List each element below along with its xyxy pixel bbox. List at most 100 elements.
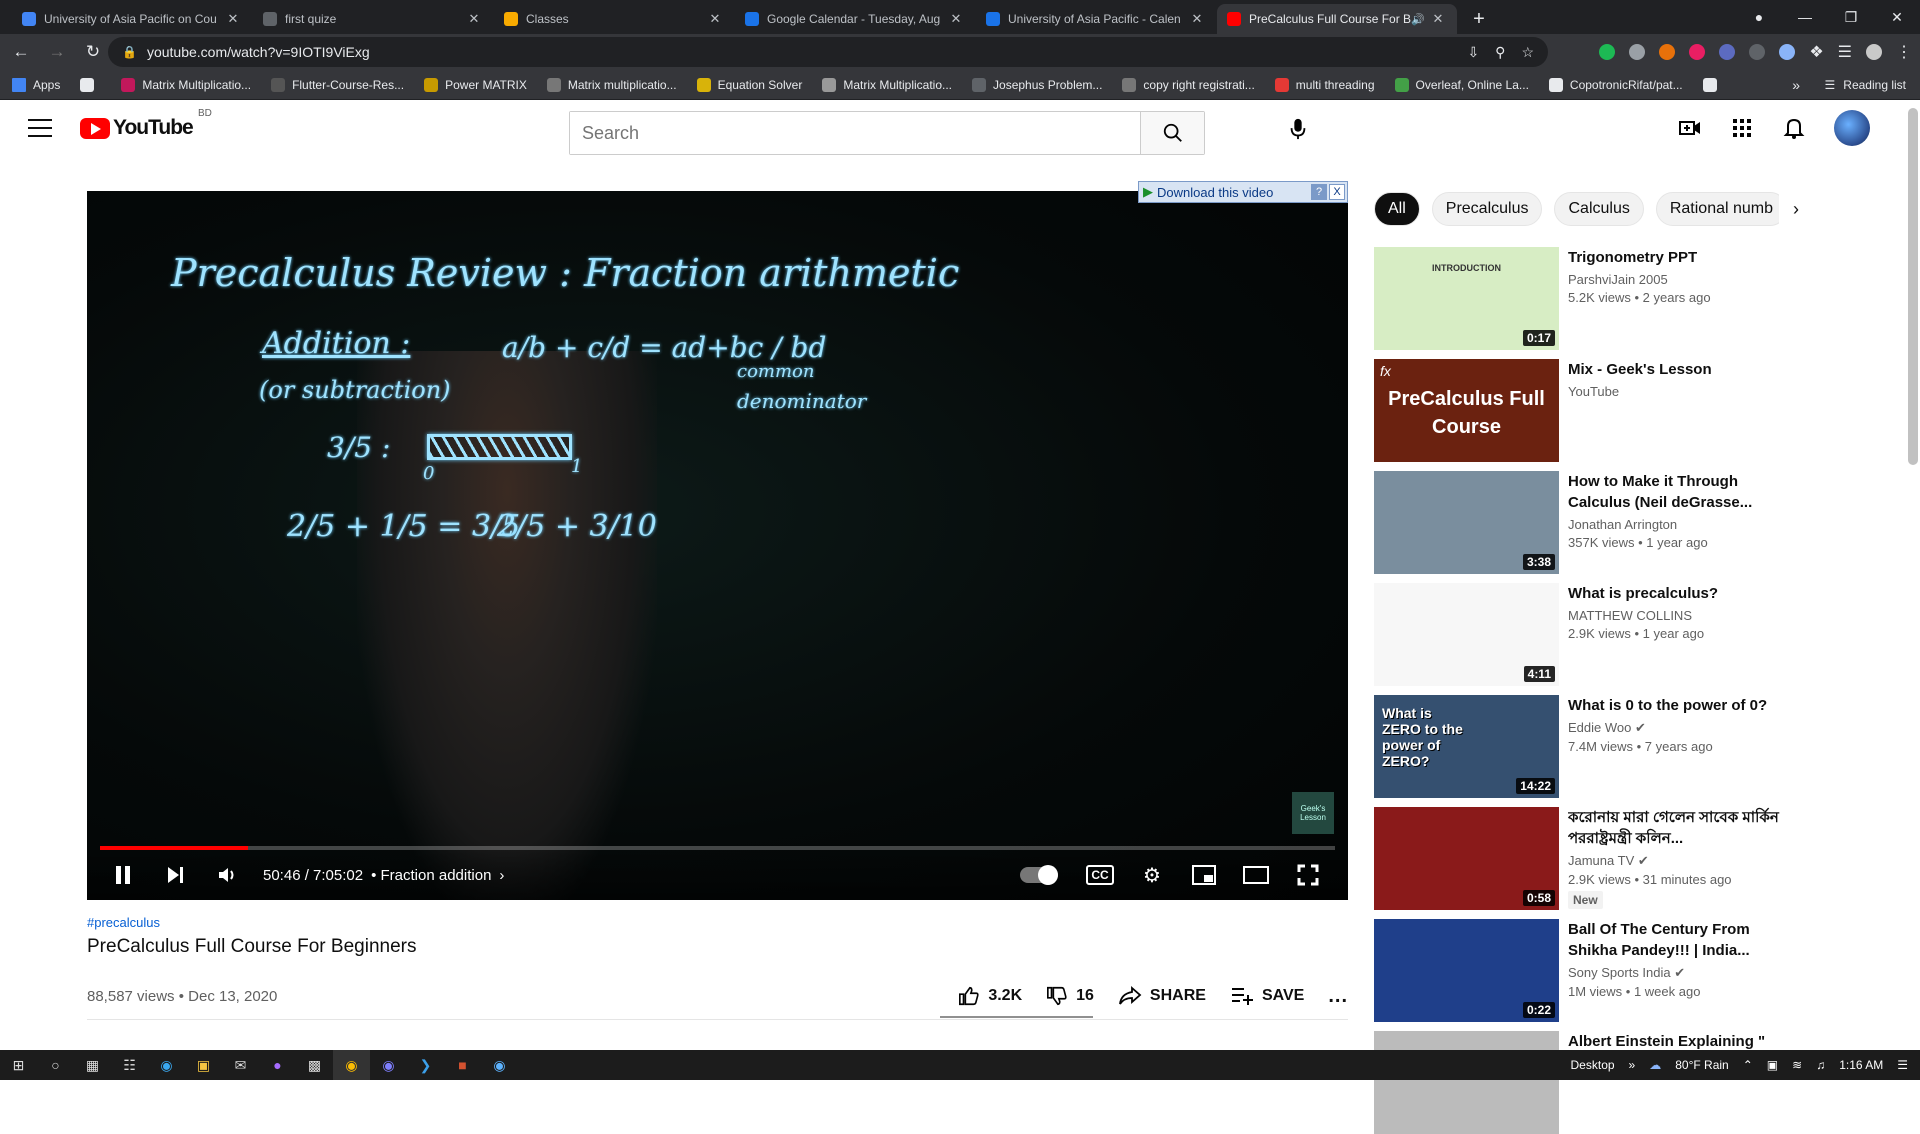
close-tab-icon[interactable]: ✕ [947, 11, 965, 27]
menu-icon[interactable] [28, 119, 52, 137]
page-scrollbar[interactable] [1906, 100, 1920, 1050]
windows-start-icon[interactable]: ⊞ [0, 1050, 37, 1080]
weather-cloud-icon[interactable]: ☁ [1649, 1058, 1661, 1072]
grammarly-extension-icon[interactable] [1599, 44, 1616, 60]
edge-icon[interactable]: ◉ [148, 1050, 185, 1080]
volume-icon[interactable] [201, 850, 253, 900]
app-icon[interactable]: ◉ [370, 1050, 407, 1080]
reload-button[interactable]: ↻ [78, 42, 108, 62]
close-window-button[interactable]: ✕ [1874, 9, 1920, 26]
extension-icon[interactable] [1749, 44, 1766, 60]
close-tab-icon[interactable]: ✕ [1429, 11, 1447, 27]
bookmark-item[interactable]: Matrix Multiplicatio... [121, 77, 251, 92]
voice-search-button[interactable] [1278, 109, 1318, 149]
share-button[interactable]: SHARE [1118, 985, 1206, 1007]
recommended-video[interactable]: 0:58 করোনায় মারা গেলেন সাবেক মার্কিন পরর… [1374, 807, 1814, 910]
theater-mode-icon[interactable] [1230, 850, 1282, 900]
settings-gear-icon[interactable]: ⚙ [1126, 850, 1178, 900]
video-thumbnail[interactable]: 4:11 [1374, 583, 1559, 686]
create-video-icon[interactable] [1678, 116, 1702, 140]
clock[interactable]: 1:16 AM [1839, 1058, 1883, 1072]
bookmark-item[interactable] [1702, 77, 1724, 92]
browser-tab[interactable]: first quize ✕ [253, 4, 493, 34]
apps-grid-icon[interactable] [1730, 116, 1754, 140]
video-thumbnail[interactable]: PreCalculus Full Course fx [1374, 359, 1559, 462]
speaker-icon[interactable]: ♫ [1816, 1058, 1825, 1072]
bookmark-item[interactable]: copy right registrati... [1122, 77, 1255, 92]
audio-playing-icon[interactable]: 🔊 [1411, 13, 1425, 26]
browser-tab[interactable]: PreCalculus Full Course For B 🔊 ✕ [1217, 4, 1457, 34]
close-tab-icon[interactable]: ✕ [1188, 11, 1206, 27]
scrollbar-thumb[interactable] [1908, 108, 1918, 465]
filter-chip[interactable]: Calculus [1554, 192, 1644, 226]
bookmark-item[interactable]: Matrix multiplicatio... [546, 77, 677, 92]
chevron-up-icon[interactable]: » [1629, 1058, 1636, 1072]
mail-icon[interactable]: ✉ [222, 1050, 259, 1080]
bookmarks-overflow-icon[interactable]: » [1792, 77, 1800, 93]
puzzle-icon[interactable]: ❖ [1809, 42, 1823, 62]
pause-icon[interactable] [97, 850, 149, 900]
calculator-icon[interactable]: ☷ [111, 1050, 148, 1080]
app-icon[interactable]: ◉ [481, 1050, 518, 1080]
messenger-icon[interactable]: ● [259, 1050, 296, 1080]
search-input[interactable] [570, 112, 1140, 154]
bookmark-item[interactable]: Power MATRIX [424, 77, 527, 92]
browser-tab[interactable]: Classes ✕ [494, 4, 734, 34]
extension-icon[interactable] [1659, 44, 1676, 60]
download-video-bar[interactable]: ▶ Download this video ? X [1138, 181, 1348, 203]
profile-menu-icon[interactable]: ● [1736, 9, 1782, 25]
subtitles-button[interactable]: CC [1074, 850, 1126, 900]
video-thumbnail[interactable]: What is ZERO to the power of ZERO? 14:22 [1374, 695, 1559, 798]
like-button[interactable]: 3.2K [958, 985, 1022, 1007]
filter-chip[interactable]: All [1374, 192, 1420, 226]
close-tab-icon[interactable]: ✕ [706, 11, 724, 27]
weather-text[interactable]: 80°F Rain [1675, 1058, 1729, 1072]
browser-tab[interactable]: University of Asia Pacific - Calen ✕ [976, 4, 1216, 34]
bookmark-item[interactable]: Equation Solver [696, 77, 802, 92]
notification-center-icon[interactable]: ☰ [1897, 1058, 1908, 1072]
reading-list[interactable]: ☰ Reading list [1825, 70, 1906, 100]
recommended-video[interactable]: Albert Einstein Explaining " [1374, 1031, 1814, 1134]
autoplay-toggle[interactable] [1020, 865, 1058, 885]
video-thumbnail[interactable] [1374, 1031, 1559, 1134]
camera-extension-icon[interactable] [1629, 44, 1646, 60]
app-icon[interactable]: ▩ [296, 1050, 333, 1080]
recommended-video[interactable]: 4:11 What is precalculus? MATTHEW COLLINS 2… [1374, 583, 1814, 686]
video-thumbnail[interactable]: 0:58 [1374, 807, 1559, 910]
filter-chip[interactable]: Precalculus [1431, 192, 1543, 226]
media-icon[interactable]: ☰ [1838, 42, 1852, 62]
file-explorer-icon[interactable]: ▣ [185, 1050, 222, 1080]
tray-arrow-icon[interactable]: ⌃ [1743, 1058, 1753, 1072]
chapter-title[interactable]: • Fraction addition › [371, 867, 504, 884]
bookmark-item[interactable]: multi threading [1274, 77, 1375, 92]
apps-bookmark[interactable]: Apps [12, 77, 60, 92]
network-icon[interactable]: ▣ [1767, 1058, 1778, 1072]
address-bar[interactable]: 🔒 youtube.com/watch?v=9IOTI9ViExg ⇩ ⚲ ☆ [108, 37, 1548, 67]
new-tab-button[interactable]: + [1464, 4, 1494, 34]
bookmark-item[interactable]: Flutter-Course-Res... [271, 77, 404, 92]
dislike-button[interactable]: 16 [1046, 985, 1094, 1007]
zoom-icon[interactable]: ⚲ [1495, 44, 1505, 61]
download-help-button[interactable]: ? [1311, 184, 1327, 200]
hashtag-link[interactable]: #precalculus [87, 915, 1348, 930]
browser-tab[interactable]: Google Calendar - Tuesday, Aug ✕ [735, 4, 975, 34]
user-avatar[interactable] [1834, 110, 1870, 146]
chips-next-icon[interactable]: › [1779, 192, 1813, 226]
video-player[interactable]: Precalculus Review : Fraction arithmetic… [87, 191, 1348, 900]
task-view-icon[interactable]: ▦ [74, 1050, 111, 1080]
powerpoint-icon[interactable]: ■ [444, 1050, 481, 1080]
recommended-video[interactable]: What is ZERO to the power of ZERO? 14:22 W… [1374, 695, 1814, 798]
profile-avatar-icon[interactable] [1866, 44, 1882, 60]
recommended-video[interactable]: PreCalculus Full Course fx Mix - Geek's Le… [1374, 359, 1814, 462]
install-icon[interactable]: ⇩ [1467, 44, 1479, 61]
chrome-menu-icon[interactable]: ⋮ [1896, 42, 1912, 62]
next-video-icon[interactable] [149, 850, 201, 900]
minimize-button[interactable]: — [1782, 9, 1828, 25]
video-thumbnail[interactable]: 0:22 [1374, 919, 1559, 1022]
close-tab-icon[interactable]: ✕ [224, 11, 242, 27]
extension-icon[interactable] [1689, 44, 1706, 60]
download-close-button[interactable]: X [1329, 184, 1345, 200]
recommended-video[interactable]: INTRODUCTION 0:17 Trigonometry PPT ParshviJ… [1374, 247, 1814, 350]
desktop-label[interactable]: Desktop [1571, 1058, 1615, 1072]
video-thumbnail[interactable]: 3:38 [1374, 471, 1559, 574]
